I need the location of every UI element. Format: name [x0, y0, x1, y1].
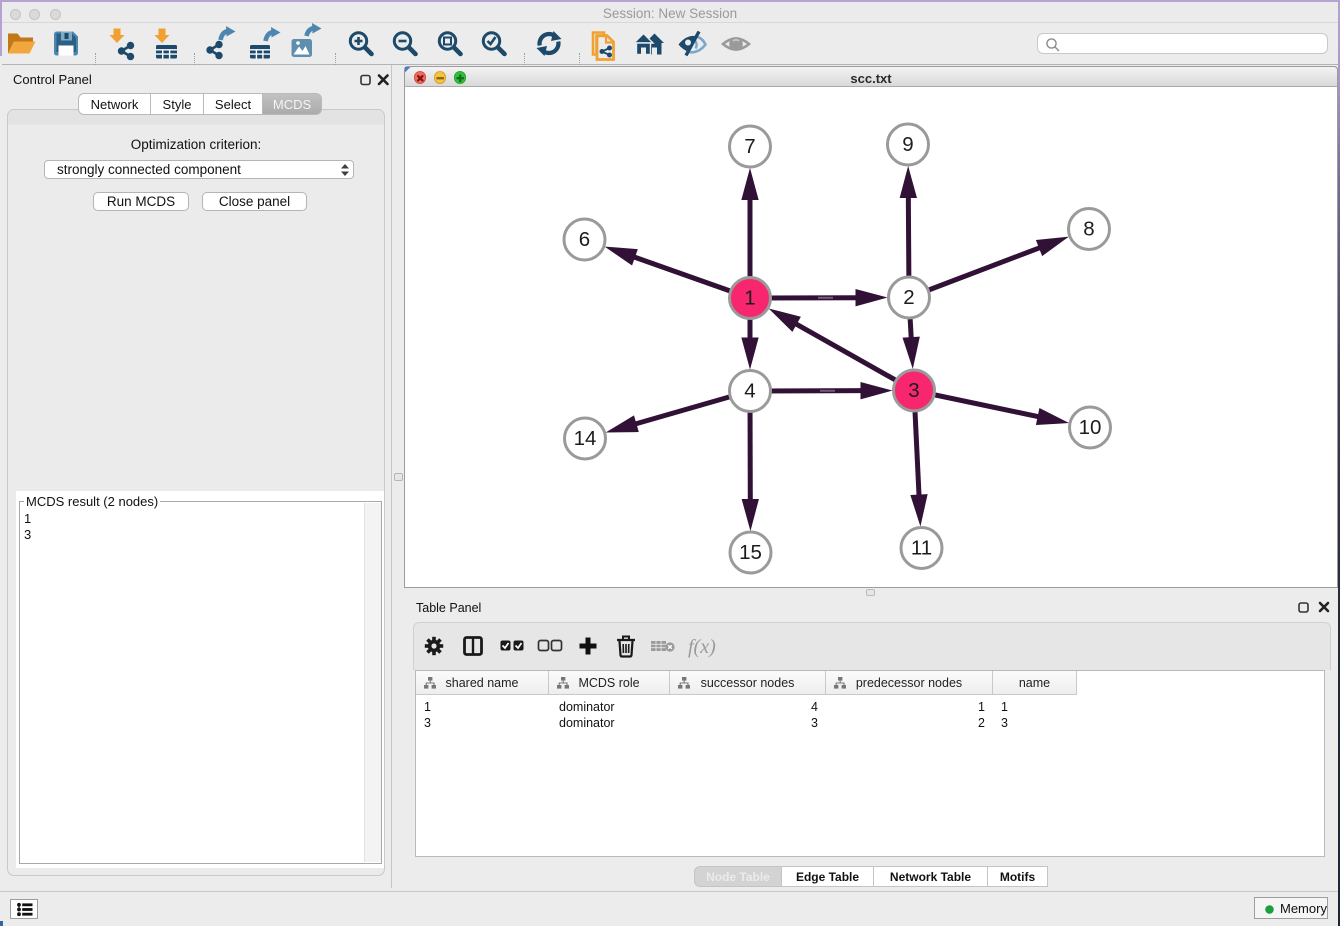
svg-text:7: 7: [744, 135, 755, 158]
svg-text:6: 6: [579, 228, 590, 251]
svg-text:11: 11: [911, 537, 932, 560]
svg-text:15: 15: [739, 541, 762, 564]
svg-text:9: 9: [902, 133, 913, 156]
svg-text:14: 14: [574, 427, 597, 450]
svg-text:3: 3: [908, 379, 919, 402]
svg-text:1: 1: [744, 287, 755, 310]
svg-text:f(x): f(x): [688, 636, 716, 658]
svg-text:10: 10: [1079, 416, 1102, 439]
svg-text:2: 2: [903, 286, 914, 309]
svg-text:4: 4: [744, 380, 755, 403]
svg-text:8: 8: [1083, 218, 1094, 241]
